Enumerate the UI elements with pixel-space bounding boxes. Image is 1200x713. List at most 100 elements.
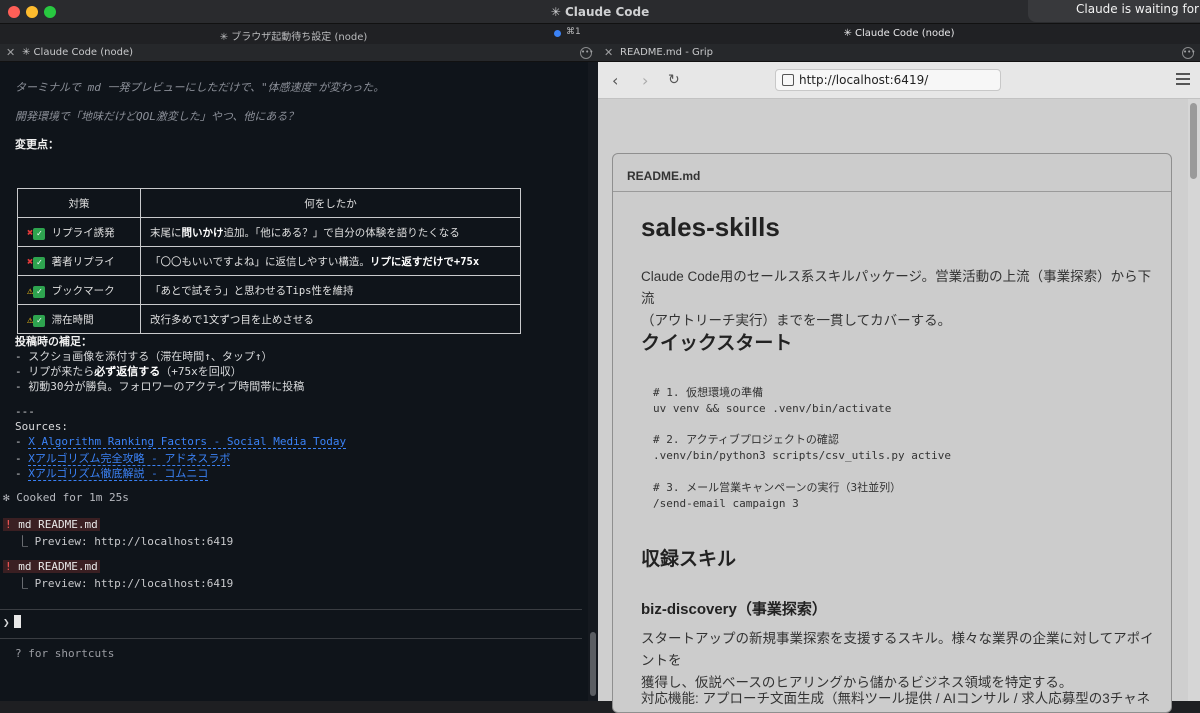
more-options-icon[interactable]: •••: [1182, 47, 1195, 59]
row-text: 「あとで試そう」と思わせるTips性を維持: [140, 275, 521, 305]
intro-line: Claude Code用のセールス系スキルパッケージ。営業活動の上流（事業探索）…: [641, 269, 1152, 306]
notification-banner[interactable]: Claude is waiting for your input: [1028, 0, 1200, 22]
command-output: ⎿ Preview: http://localhost:6419: [17, 577, 234, 590]
note-text: - リプが来たら: [15, 365, 95, 378]
table-header-row: 対策 何をしたか: [17, 188, 521, 218]
prompt-divider-bottom: [0, 638, 582, 639]
row-text-bold: 問いかけ: [181, 226, 224, 239]
check-icon: ✓: [33, 314, 46, 327]
skills-heading: 収録スキル: [641, 549, 737, 570]
command-text: md README.md: [18, 518, 98, 531]
preview-scrollbar-thumb[interactable]: [1190, 103, 1197, 179]
preview-pane: ✕ README.md - Grip ••• ‹ › ↻ http://loca…: [598, 44, 1200, 713]
input-prompt[interactable]: ❯: [3, 615, 21, 629]
sources-label: Sources:: [15, 420, 68, 433]
terminal-pane-header: ✕ ✳ Claude Code (node) •••: [0, 44, 598, 62]
row-text-bold: リプに返すだけで+75x: [369, 255, 480, 268]
command-tag: ! md README.md: [3, 560, 100, 573]
command-line: ! md README.md: [3, 518, 100, 531]
hamburger-menu-icon[interactable]: [1176, 73, 1190, 85]
note-line: - 初動30分が勝負。フォロワーのアクティブ時間帯に投稿: [15, 380, 305, 393]
url-bar[interactable]: http://localhost:6419/: [775, 69, 1001, 91]
command-line: ! md README.md: [3, 560, 100, 573]
readme-card-title: README.md: [613, 154, 1171, 192]
preview-pane-header: ✕ README.md - Grip •••: [598, 44, 1200, 62]
biz-line: スタートアップの新規事業探索を支援するスキル。様々な業界の企業に対してアポイント…: [641, 631, 1154, 668]
terminal-pane: ✕ ✳ Claude Code (node) ••• ターミナルで md 一発プ…: [0, 44, 598, 701]
back-arrow-icon[interactable]: ‹: [612, 71, 618, 90]
biz-discovery-heading: biz-discovery（事業探索）: [641, 601, 827, 618]
browser-toolbar: ‹ › ↻ http://localhost:6419/: [598, 62, 1200, 99]
more-options-icon[interactable]: •••: [580, 47, 593, 59]
separator-text: ---: [15, 405, 35, 418]
close-pane-icon[interactable]: ✕: [604, 46, 613, 59]
prompt-divider-top: [0, 609, 582, 610]
tab-browser-wait[interactable]: ✳ ブラウザ起動待ち設定 (node): [0, 24, 587, 44]
source-item: - Xアルゴリズム徹底解説 - コムニコ: [15, 467, 209, 481]
shortcuts-hint: ? for shortcuts: [15, 647, 115, 660]
preview-scrollbar[interactable]: [1188, 99, 1200, 701]
notes-heading: 投稿時の補足：: [15, 335, 92, 348]
terminal-scrollbar[interactable]: [588, 62, 598, 701]
check-icon: ✓: [33, 285, 46, 298]
message-line-1: ターミナルで md 一発プレビューにしただけで、"体感速度"が変わった。: [15, 81, 385, 94]
source-link[interactable]: Xアルゴリズム完全攻略 - アドネスラボ: [28, 452, 231, 466]
tab-activity-dot: [554, 30, 561, 37]
code-line: # 3. メール営業キャンペーンの実行（3社並列）: [653, 481, 902, 494]
tab-claude-code-label: ✳ Claude Code (node): [843, 28, 955, 39]
tab-browser-wait-label: ✳ ブラウザ起動待ち設定 (node): [219, 32, 368, 43]
window-title: ✳ Claude Code: [550, 5, 650, 19]
reload-icon[interactable]: ↻: [668, 72, 680, 88]
prompt-chevron-icon: ❯: [3, 616, 10, 629]
source-item: - Xアルゴリズム完全攻略 - アドネスラボ: [15, 452, 231, 466]
site-icon: [782, 74, 794, 86]
row-text: 「〇〇もいいですよね」に返信しやすい構造。: [150, 255, 370, 268]
table-row: ✖ ✓ 著者リプライ 「〇〇もいいですよね」に返信しやすい構造。リプに返すだけで+…: [17, 246, 521, 276]
url-text: http://localhost:6419/: [799, 73, 929, 87]
row-text: 末尾に: [150, 226, 182, 239]
table-row: ✖ ✓ リプライ誘発 末尾に問いかけ追加。「他にある？」で自分の体験を語りたくなる: [17, 217, 521, 247]
row-label: ブックマーク: [51, 284, 115, 297]
tab-bar: ✳ ブラウザ起動待ち設定 (node) ⌘1 ✳ Claude Code (no…: [0, 24, 1200, 44]
tab-claude-code[interactable]: ✳ Claude Code (node): [598, 24, 1200, 44]
changes-heading: 変更点：: [15, 138, 59, 151]
window-titlebar: ✳ Claude Code Claude is waiting for your…: [0, 0, 1200, 24]
row-label: 滞在時間: [51, 313, 94, 326]
row-text: 追加。「他にある？」で自分の体験を語りたくなる: [223, 226, 460, 239]
readme-h1: sales-skills: [641, 212, 780, 242]
row-label: リプライ誘発: [51, 226, 115, 239]
biz-paragraph: スタートアップの新規事業探索を支援するスキル。様々な業界の企業に対してアポイント…: [641, 628, 1161, 694]
note-text-bold: 必ず返信する: [94, 365, 161, 378]
text-cursor: [13, 615, 21, 628]
message-line-2: 開発環境で「地味だけどQOL激変した」やつ、他にある？: [15, 110, 299, 123]
note-line: - リプが来たら必ず返信する（+75xを回収）: [15, 363, 242, 379]
code-line: /send-email campaign 3: [653, 497, 799, 510]
terminal-pane-title: ✳ Claude Code (node): [22, 47, 134, 58]
readme-card: README.md sales-skills Claude Code用のセールス…: [612, 153, 1172, 713]
note-line: - スクショ画像を添付する（滞在時間↑、タップ↑）: [15, 350, 273, 363]
changes-table: 対策 何をしたか ✖ ✓ リプライ誘発 末尾に問いかけ追加。「他にある？」で自分の…: [17, 188, 521, 334]
tab-shortcut-label: ⌘1: [566, 27, 581, 37]
command-output: ⎿ Preview: http://localhost:6419: [17, 535, 234, 548]
table-row: ⚠ ✓ 滞在時間 改行多めで1文ずつ目を止めさせる: [17, 304, 521, 334]
quickstart-heading: クイックスタート: [641, 333, 793, 354]
close-pane-icon[interactable]: ✕: [6, 46, 15, 59]
table-header-cell: 何をしたか: [140, 188, 521, 218]
forward-arrow-icon[interactable]: ›: [642, 71, 648, 90]
terminal-scrollbar-thumb[interactable]: [590, 632, 596, 696]
code-line: .venv/bin/python3 scripts/csv_utils.py a…: [653, 449, 952, 462]
command-text: md README.md: [18, 560, 98, 573]
terminal-output[interactable]: ターミナルで md 一発プレビューにしただけで、"体感速度"が変わった。 開発環…: [0, 62, 588, 701]
row-text: 改行多めで1文ずつ目を止めさせる: [140, 304, 521, 334]
table-row: ⚠ ✓ ブックマーク 「あとで試そう」と思わせるTips性を維持: [17, 275, 521, 305]
row-label: 著者リプライ: [51, 255, 115, 268]
check-icon: ✓: [33, 256, 46, 269]
table-header-cell: 対策: [17, 188, 141, 218]
cooked-status: ✻ Cooked for 1m 25s: [3, 491, 129, 504]
check-icon: ✓: [33, 227, 46, 240]
preview-pane-title: README.md - Grip: [620, 47, 713, 58]
code-line: # 1. 仮想環境の準備: [653, 386, 764, 399]
source-link[interactable]: Xアルゴリズム徹底解説 - コムニコ: [28, 467, 209, 481]
source-link[interactable]: X Algorithm Ranking Factors - Social Med…: [28, 435, 347, 449]
code-line: uv venv && source .venv/bin/activate: [653, 402, 892, 415]
